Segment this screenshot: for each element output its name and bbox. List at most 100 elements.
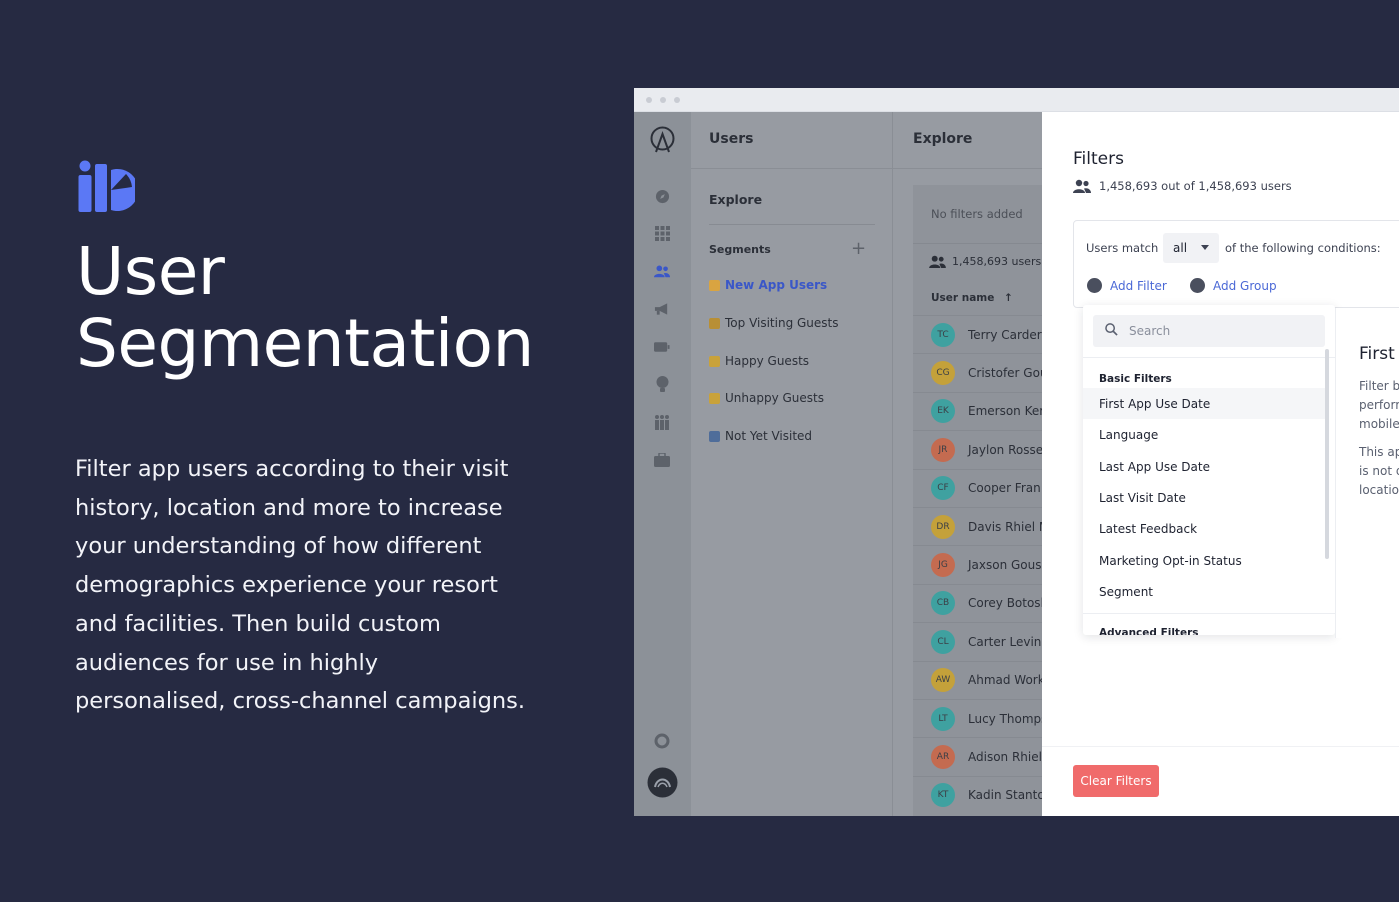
user-name: Kadin Stanto: [968, 788, 1042, 803]
app-logo-icon[interactable]: [649, 125, 676, 154]
add-filter-icon: [1087, 278, 1102, 293]
briefcase-icon[interactable]: [654, 452, 670, 468]
filters-panel: Filters 1,458,693 out of 1,458,693 users…: [1042, 112, 1399, 816]
brand-logo-icon: [78, 160, 135, 212]
hero-title-line2: Segmentation: [76, 305, 534, 382]
basic-filters-heading: Basic Filters: [1099, 373, 1172, 385]
user-row[interactable]: LT Lucy Thomps: [913, 699, 1042, 737]
user-row[interactable]: EK Emerson Ker: [913, 391, 1042, 430]
user-row[interactable]: AR Adison Rhiel: [913, 737, 1042, 775]
user-name: Cooper Fran: [968, 481, 1041, 496]
dropdown-scrollbar[interactable]: [1325, 349, 1329, 559]
filter-search-input[interactable]: [1129, 315, 1319, 347]
filter-option[interactable]: First App Use Date: [1083, 388, 1327, 419]
user-row[interactable]: AW Ahmad Work: [913, 660, 1042, 699]
avatar: CL: [931, 629, 955, 654]
battery-icon[interactable]: [654, 339, 670, 355]
hero-title-line1: User: [76, 233, 225, 310]
lifebuoy-icon[interactable]: [654, 733, 670, 749]
filter-detail-text: This ap: [1359, 445, 1399, 459]
user-name: Carter Levin: [968, 634, 1042, 649]
filter-search: [1093, 315, 1325, 347]
avatar: CF: [931, 476, 955, 501]
segment-item[interactable]: Not Yet Visited: [709, 429, 812, 443]
segment-item[interactable]: Top Visiting Guests: [709, 316, 839, 330]
match-select[interactable]: all: [1163, 233, 1219, 263]
segment-item[interactable]: New App Users: [709, 278, 827, 292]
filters-count: 1,458,693 out of 1,458,693 users: [1073, 179, 1292, 193]
filter-detail-text: perform: [1359, 398, 1399, 412]
compass-icon[interactable]: [654, 188, 670, 204]
user-name: Ahmad Work: [968, 673, 1042, 688]
segment-label: Not Yet Visited: [725, 429, 813, 443]
match-select-value: all: [1173, 241, 1188, 255]
avatar: KT: [931, 783, 955, 808]
add-filter-button[interactable]: Add Filter: [1087, 278, 1167, 293]
segment-item[interactable]: Happy Guests: [709, 354, 809, 368]
grid-icon[interactable]: [654, 225, 670, 241]
megaphone-icon[interactable]: [654, 301, 670, 317]
sidebar-divider: [709, 224, 875, 225]
add-group-label: Add Group: [1213, 278, 1277, 293]
user-row[interactable]: CL Carter Levin: [913, 622, 1042, 660]
chevron-down-icon: [1201, 245, 1209, 250]
filter-detail-text: is not d: [1359, 464, 1399, 478]
segment-label: Unhappy Guests: [725, 391, 824, 405]
explore-user-count-text: 1,458,693 users: [952, 255, 1042, 268]
user-row[interactable]: JG Jaxson Gous: [913, 545, 1042, 583]
avatar: DR: [931, 514, 955, 539]
user-row[interactable]: JR Jaylon Rosse: [913, 430, 1042, 468]
segments-heading: Segments: [709, 243, 771, 256]
users-icon: [929, 255, 946, 268]
add-group-button[interactable]: Add Group: [1190, 278, 1277, 293]
arrow-up-icon: ↑: [1004, 292, 1013, 304]
segment-emoji-icon: [709, 317, 720, 329]
segment-label: Top Visiting Guests: [725, 316, 839, 330]
users-sidebar: Users Explore Segments + New App Users To…: [691, 112, 893, 816]
filter-option[interactable]: Language: [1083, 419, 1327, 450]
dropdown-divider: [1083, 357, 1335, 358]
user-name-column-header[interactable]: User name ↑: [931, 292, 1013, 304]
user-name: Jaxson Gous: [968, 557, 1042, 572]
lightbulb-icon[interactable]: [654, 376, 670, 392]
app-window: Users Explore Segments + New App Users To…: [634, 88, 1399, 816]
avatar: EK: [931, 399, 955, 424]
filter-option[interactable]: Last Visit Date: [1083, 482, 1327, 513]
user-row[interactable]: KT Kadin Stanto: [913, 775, 1042, 814]
avatar: JG: [931, 552, 955, 577]
user-row[interactable]: CB Corey Botosh: [913, 583, 1042, 622]
avatar: AW: [931, 668, 955, 693]
filter-detail-text: mobile: [1359, 417, 1399, 431]
avatar: CG: [931, 360, 955, 385]
conditions-box: Users match all of the following conditi…: [1073, 220, 1399, 308]
window-titlebar: [634, 88, 1399, 112]
filter-option[interactable]: Last App Use Date: [1083, 451, 1327, 482]
segment-label: Happy Guests: [725, 354, 810, 368]
filter-option[interactable]: Segment: [1083, 576, 1327, 607]
segment-item[interactable]: Unhappy Guests: [709, 391, 824, 405]
dropdown-divider: [1083, 613, 1335, 614]
explore-user-count: 1,458,693 users: [929, 255, 1041, 268]
clear-filters-button[interactable]: Clear Filters: [1073, 765, 1159, 797]
segment-emoji-icon: [709, 355, 720, 367]
user-name: Emerson Ker: [968, 404, 1042, 419]
avatar: AR: [931, 744, 955, 769]
user-row[interactable]: CG Cristofer Gou: [913, 353, 1042, 391]
user-name: Corey Botosh: [968, 596, 1042, 611]
no-filters-text: No filters added: [931, 207, 1023, 221]
user-row[interactable]: DR Davis Rhiel M: [913, 507, 1042, 545]
explore-title: Explore: [893, 112, 1042, 169]
add-segment-plus-icon[interactable]: +: [851, 238, 866, 259]
filter-option[interactable]: Latest Feedback: [1083, 513, 1327, 544]
user-row[interactable]: CF Cooper Fran: [913, 468, 1042, 507]
column-header-label: User name: [931, 292, 995, 304]
user-name: Terry Carder: [968, 327, 1042, 342]
user-row[interactable]: TC Terry Carder: [913, 315, 1042, 353]
explore-divider: [913, 243, 1042, 244]
users-icon[interactable]: [654, 263, 670, 279]
sidebar-item-explore[interactable]: Explore: [709, 192, 762, 207]
filter-option[interactable]: Marketing Opt-in Status: [1083, 545, 1327, 576]
segment-label: New App Users: [725, 278, 828, 292]
brand-avatar-icon[interactable]: [647, 767, 678, 798]
people-icon[interactable]: [654, 414, 670, 430]
